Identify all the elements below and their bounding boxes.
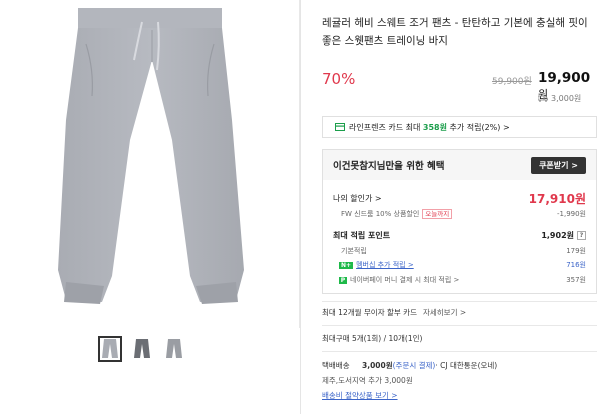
thumbnail-list [98,336,186,362]
card-bar-points: 358원 [422,122,447,132]
benefit-panel: 이건못참지님만을 위한 혜택 쿠폰받기 > 나의 할인가 > 17,910원 F… [322,149,597,294]
benefit-header: 이건못참지님만을 위한 혜택 쿠폰받기 > [323,150,596,180]
thumbnail-3[interactable] [162,336,186,362]
bundle-shipping-link[interactable]: 배송비 절약상품 보기 > [322,390,398,401]
pants-illustration [58,8,244,304]
my-discount-value: 17,910원 [528,192,586,206]
max-points-row: 최대 적립 포인트 1,902원? [333,230,586,241]
shipping-note: (주문시 결제) [392,361,436,370]
fw-deadline-tag: 오늘까지 [422,209,453,219]
npay-link[interactable]: 네이버페이 머니 결제 시 최대 적립 > [350,275,459,285]
installment-text: 최대 12개월 무이자 할부 카드 [322,308,417,317]
shipping-extra: 제주,도서지역 추가 3,000원 [322,376,413,385]
max-points-value: 1,902원 [541,231,574,240]
card-bar-suffix: 추가 적립(2%) > [446,122,510,132]
shipping-row: 택배배송 3,000원(주문시 결제)· CJ 대한통운(오네) [322,360,497,371]
installment-link[interactable]: 자세히보기 > [423,308,466,317]
shipping-company: · CJ 대한통운(오네) [435,361,498,370]
thumbnail-2[interactable] [130,336,154,362]
card-bar-text: 라인프렌즈 카드 최대 358원 추가 적립(2%) > [349,122,510,133]
basic-points-value: 179원 [566,247,586,255]
help-icon[interactable]: ? [577,231,586,240]
card-bar-prefix: 라인프렌즈 카드 최대 [349,122,423,132]
original-price: 59,900원 [492,77,532,87]
benefit-heading: 이건못참지님만을 위한 혜택 [333,161,445,172]
divider [322,351,597,352]
max-points-label: 최대 적립 포인트 [333,231,391,240]
npay-icon: P [339,276,347,284]
membership-points-value: 716원 [566,261,586,269]
product-title: 레귤러 헤비 스웨트 조거 팬츠 - 탄탄하고 기본에 충실해 핏이 좋은 스웻… [322,17,588,47]
my-discount-row[interactable]: 나의 할인가 > 17,910원 [333,190,586,207]
fw-coupon-label: FW 신드룸 10% 상품할인 [341,210,420,218]
npay-points-row[interactable]: P 네이버페이 머니 결제 시 최대 적립 > 357원 [333,275,586,285]
credit-card-icon [335,123,345,131]
naver-plus-icon: N+ [339,261,354,269]
column-divider [300,0,301,414]
basic-points-label: 기본적립 [341,247,367,255]
divider [322,325,597,326]
sale-price-number: 19,900 [538,70,591,86]
fw-coupon-row: FW 신드룸 10% 상품할인 오늘까지 -1,990원 [333,208,586,219]
product-info: 레귤러 헤비 스웨트 조거 팬츠 - 탄탄하고 기본에 충실해 핏이 좋은 스웻… [312,0,600,414]
shipping-label: 택배배송 [322,361,350,370]
npay-points-value: 357원 [566,276,586,284]
thumbnail-1[interactable] [98,336,122,362]
product-main-image[interactable] [0,0,300,328]
divider [322,301,597,302]
basic-points-row: 기본적립 179원 [333,246,586,256]
membership-points-row[interactable]: N+ 멤버십 추가 적립 > 716원 [333,260,586,270]
product-gallery [0,0,300,414]
delivery-fee-value: 3,000원 [551,94,582,103]
coupon-button[interactable]: 쿠폰받기 > [531,156,586,174]
delivery-fee: 3,000원 [538,93,581,104]
purchase-limit: 최대구매 5개(1회) / 10개(1인) [322,334,423,343]
my-discount-label: 나의 할인가 > [333,194,382,203]
fw-coupon-value: -1,990원 [556,209,586,218]
card-benefit-bar[interactable]: 라인프렌즈 카드 최대 358원 추가 적립(2%) > [322,116,597,138]
membership-link[interactable]: 멤버십 추가 적립 > [356,260,414,270]
shipping-fee: 3,000원 [362,361,393,370]
installment-row: 최대 12개월 무이자 할부 카드 자세히보기 > [322,307,466,318]
discount-rate: 70% [322,70,356,88]
truck-icon [538,95,548,102]
